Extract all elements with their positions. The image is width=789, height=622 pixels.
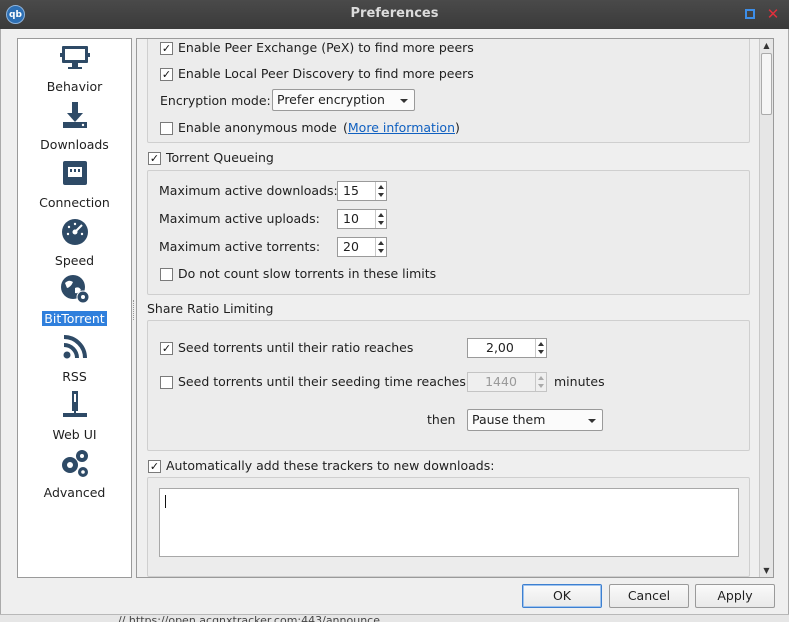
privacy-group: ✓ Enable Peer Exchange (PeX) to find mor… xyxy=(147,39,750,143)
rss-icon xyxy=(63,335,87,359)
background-window-text: // https://open.acgnxtracker.com:443/ann… xyxy=(118,614,380,622)
max-torrents-spinbox[interactable]: 20 xyxy=(337,237,387,257)
ratio-limit-checkbox[interactable]: ✓ xyxy=(160,342,173,355)
scroll-up-arrow-icon[interactable]: ▲ xyxy=(760,39,773,52)
gauge-icon xyxy=(62,219,88,245)
sidebar-item-label: BitTorrent xyxy=(42,311,107,326)
ratio-action-dropdown[interactable]: Pause them xyxy=(467,409,603,431)
pex-label: Enable Peer Exchange (PeX) to find more … xyxy=(178,40,474,55)
sidebar-item-bittorrent[interactable]: BitTorrent xyxy=(18,273,131,331)
ratio-value: 2,00 xyxy=(486,340,514,355)
sidebar-item-behavior[interactable]: Behavior xyxy=(18,41,131,99)
share-ratio-group: ✓ Seed torrents until their ratio reache… xyxy=(147,320,750,451)
anonymous-mode-label: Enable anonymous mode xyxy=(178,120,337,135)
category-list[interactable]: Behavior Downloads Connection Speed BitT… xyxy=(17,38,132,578)
encryption-label: Encryption mode: xyxy=(160,93,271,108)
pex-checkbox[interactable]: ✓ xyxy=(160,42,173,55)
sidebar-item-label: RSS xyxy=(62,369,87,384)
sidebar-item-label: Connection xyxy=(39,195,110,210)
add-trackers-checkbox[interactable]: ✓ xyxy=(148,460,161,473)
encryption-mode-value: Prefer encryption xyxy=(277,92,385,107)
spinner-arrows[interactable] xyxy=(375,182,386,200)
sidebar-item-rss[interactable]: RSS xyxy=(18,331,131,389)
spinner-arrows[interactable] xyxy=(535,339,546,357)
webui-icon xyxy=(63,391,87,417)
slow-torrents-label: Do not count slow torrents in these limi… xyxy=(178,266,437,281)
sidebar-item-webui[interactable]: Web UI xyxy=(18,389,131,447)
more-information-link[interactable]: More information xyxy=(348,120,455,135)
globe-gear-icon xyxy=(61,275,90,304)
close-icon[interactable]: ✕ xyxy=(765,6,781,22)
seeding-time-spinbox: 1440 xyxy=(467,372,547,392)
trackers-text-input[interactable] xyxy=(159,488,739,557)
slow-torrents-checkbox[interactable] xyxy=(160,268,173,281)
max-torrents-value: 20 xyxy=(343,239,359,254)
ratio-action-value: Pause them xyxy=(472,412,546,427)
spinner-arrows[interactable] xyxy=(375,238,386,256)
lpd-label: Enable Local Peer Discovery to find more… xyxy=(178,66,474,81)
spinner-arrows[interactable] xyxy=(375,210,386,228)
queueing-group: Maximum active downloads: 15 Maximum act… xyxy=(147,170,750,295)
max-downloads-spinbox[interactable]: 15 xyxy=(337,181,387,201)
ok-button[interactable]: OK xyxy=(522,584,602,608)
encryption-mode-dropdown[interactable]: Prefer encryption xyxy=(272,89,415,111)
max-uploads-value: 10 xyxy=(343,211,359,226)
settings-page: ✓ Enable Peer Exchange (PeX) to find mor… xyxy=(136,38,774,578)
max-torrents-label: Maximum active torrents: xyxy=(159,239,321,254)
torrent-queueing-checkbox[interactable]: ✓ xyxy=(148,152,161,165)
sidebar-item-connection[interactable]: Connection xyxy=(18,157,131,215)
torrent-queueing-title: Torrent Queueing xyxy=(166,150,274,165)
max-uploads-label: Maximum active uploads: xyxy=(159,211,320,226)
title-bar: qb Preferences ✕ xyxy=(0,0,789,29)
gears-icon xyxy=(62,450,88,477)
lpd-checkbox[interactable]: ✓ xyxy=(160,68,173,81)
scrollbar-thumb[interactable] xyxy=(761,53,772,115)
scroll-down-arrow-icon[interactable]: ▼ xyxy=(760,564,773,577)
share-ratio-title: Share Ratio Limiting xyxy=(147,301,274,316)
max-downloads-label: Maximum active downloads: xyxy=(159,183,338,198)
sidebar-item-label: Advanced xyxy=(43,485,106,500)
trackers-group xyxy=(147,477,750,577)
maximize-icon[interactable] xyxy=(745,9,755,19)
window-title: Preferences xyxy=(350,6,439,21)
seeding-time-checkbox[interactable] xyxy=(160,376,173,389)
spinner-arrows xyxy=(535,373,546,391)
sidebar-item-label: Web UI xyxy=(52,427,97,442)
sidebar-item-advanced[interactable]: Advanced xyxy=(18,447,131,505)
paren-close: ) xyxy=(455,120,460,135)
sidebar-item-label: Behavior xyxy=(46,79,103,94)
apply-button[interactable]: Apply xyxy=(695,584,775,608)
add-trackers-label: Automatically add these trackers to new … xyxy=(166,458,495,473)
text-cursor xyxy=(165,495,166,508)
download-icon xyxy=(63,102,87,128)
max-downloads-value: 15 xyxy=(343,183,359,198)
sidebar-item-label: Speed xyxy=(54,253,95,268)
anonymous-mode-checkbox[interactable] xyxy=(160,122,173,135)
sidebar-item-downloads[interactable]: Downloads xyxy=(18,99,131,157)
seeding-time-value: 1440 xyxy=(485,374,517,389)
monitor-icon xyxy=(60,46,90,69)
vertical-scrollbar[interactable]: ▲ ▼ xyxy=(759,39,773,577)
ratio-limit-label: Seed torrents until their ratio reaches xyxy=(178,340,414,355)
ratio-spinbox[interactable]: 2,00 xyxy=(467,338,547,358)
max-uploads-spinbox[interactable]: 10 xyxy=(337,209,387,229)
seeding-time-label: Seed torrents until their seeding time r… xyxy=(178,374,466,389)
network-icon xyxy=(63,161,87,185)
chevron-down-icon xyxy=(400,99,408,103)
chevron-down-icon xyxy=(588,419,596,423)
sidebar-item-label: Downloads xyxy=(40,137,109,152)
cancel-button[interactable]: Cancel xyxy=(609,584,689,608)
sidebar-item-speed[interactable]: Speed xyxy=(18,215,131,273)
minutes-label: minutes xyxy=(554,374,605,389)
then-label: then xyxy=(427,412,456,427)
